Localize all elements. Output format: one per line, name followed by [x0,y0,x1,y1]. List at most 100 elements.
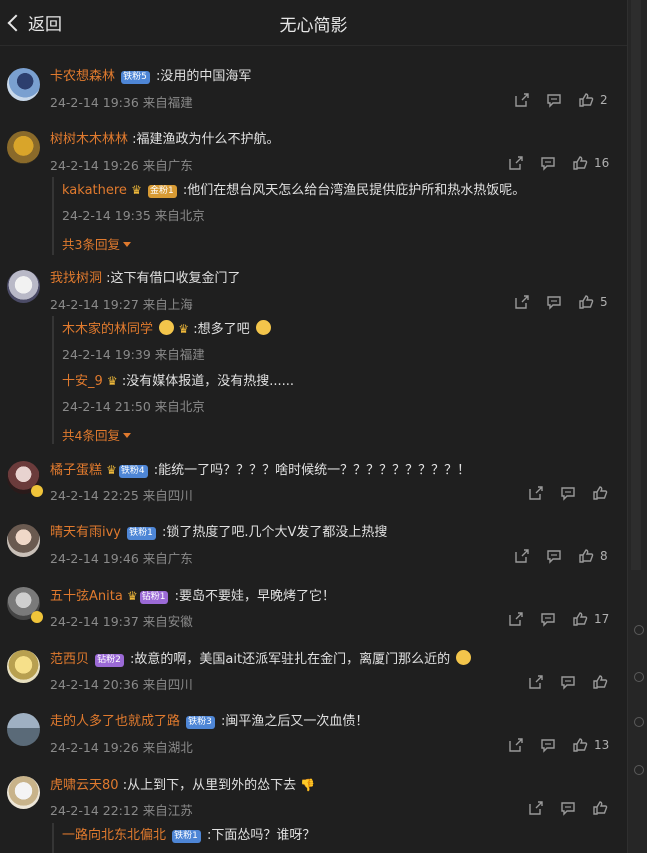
comment-meta: 24-2-14 19:46 来自广东 [50,548,193,567]
reply-location: 来自北京 [154,208,205,223]
comment-text: :从上到下，从里到外的怂下去 [122,778,297,793]
comment-meta: 24-2-14 22:25 来自四川 [50,485,193,504]
timestamp: 24-2-14 19:26 [50,158,139,173]
like-count: 5 [600,295,608,309]
reply-timestamp: 24-2-14 19:39 [62,347,151,362]
reply-item: 木木家的林同学 ♛ :想多了吧 [62,320,271,339]
crown-icon: ♛ [126,589,138,603]
comment-meta: 24-2-14 19:26 来自湖北 [50,737,193,756]
view-more-label: 共4条回复 [62,428,120,443]
comment-icon[interactable] [540,611,556,627]
timestamp: 24-2-14 19:46 [50,551,139,566]
reply-box: 一路向北东北偏北 铁粉1 :下面怂吗？谁呀？ [52,823,627,853]
share-icon[interactable] [528,800,544,816]
comment-meta: 24-2-14 22:12 来自江苏 [50,800,193,819]
username[interactable]: 我找树洞 [50,271,102,286]
share-icon[interactable] [528,674,544,690]
comment-icon[interactable] [560,674,576,690]
thumbs-down-emoji-icon: 👎 [300,778,316,792]
like-icon[interactable] [578,92,594,108]
comment-icon[interactable] [540,155,556,171]
username[interactable]: 晴天有雨ivy [50,525,121,540]
avatar[interactable] [7,524,40,557]
like-count: 8 [600,549,608,563]
emoji-icon [159,320,175,335]
view-more-replies[interactable]: 共3条回复 [62,234,131,253]
avatar[interactable] [7,713,40,746]
avatar[interactable] [7,68,40,101]
reply-username[interactable]: 一路向北东北偏北 [62,828,166,843]
like-icon[interactable] [592,800,608,816]
timestamp: 24-2-14 22:12 [50,803,139,818]
timestamp: 24-2-14 22:25 [50,488,139,503]
reply-text: :想多了吧 [193,322,250,337]
share-icon[interactable] [514,548,530,564]
fan-badge: 钻粉1 [139,591,169,604]
top-bar: 返回 无心简影 [0,0,627,46]
comment-meta: 24-2-14 19:36 来自福建 [50,92,193,111]
avatar[interactable] [7,131,40,164]
comment-icon[interactable] [546,92,562,108]
comment-icon[interactable] [560,485,576,501]
share-icon[interactable] [514,294,530,310]
comment-icon[interactable] [540,737,556,753]
location: 来自上海 [142,297,193,312]
share-icon[interactable] [508,737,524,753]
like-icon[interactable] [592,485,608,501]
like-icon[interactable] [572,737,588,753]
location: 来自福建 [142,95,193,110]
username[interactable]: 虎啸云天80 [50,778,119,793]
like-icon[interactable] [592,674,608,690]
share-icon[interactable] [514,92,530,108]
fan-badge: 金粉1 [147,185,177,198]
username[interactable]: 走的人多了也就成了路 [50,714,180,729]
comment-actions: 16 [508,155,609,171]
location: 来自湖北 [142,740,193,755]
username[interactable]: 五十弦Anita [50,589,123,604]
comment-meta: 24-2-14 19:27 来自上海 [50,294,193,313]
comment-text: :没用的中国海军 [156,69,252,84]
reply-text: :下面怂吗？谁呀？ [207,828,316,843]
reply-box: 木木家的林同学 ♛ :想多了吧 24-2-14 19:39 来自福建 十安_9 … [52,316,627,444]
right-sidebar [627,0,647,853]
info-icon[interactable] [634,717,644,727]
fan-badge: 铁粉5 [121,71,150,84]
username[interactable]: 橘子蛋糕 [50,463,102,478]
username[interactable]: 卡农想森林 [50,69,115,84]
fan-badge: 铁粉4 [118,465,148,478]
share-icon[interactable] [508,155,524,171]
timestamp: 24-2-14 19:36 [50,95,139,110]
comment-icon[interactable] [560,800,576,816]
username[interactable]: 树树木木林林 [50,132,128,147]
like-icon[interactable] [572,611,588,627]
username[interactable]: 范西贝 [50,652,89,667]
share-icon[interactable] [528,485,544,501]
like-icon[interactable] [578,548,594,564]
user-icon[interactable] [634,765,644,775]
reply-username[interactable]: kakathere [62,183,127,198]
view-more-replies[interactable]: 共4条回复 [62,425,131,444]
fan-badge: 钻粉2 [95,654,124,667]
like-icon[interactable] [578,294,594,310]
reply-username[interactable]: 十安_9 [62,374,103,389]
comment-actions: 8 [514,548,608,564]
refresh-icon[interactable] [634,625,644,635]
comment-icon[interactable] [546,548,562,564]
location: 来自江苏 [142,803,193,818]
like-icon[interactable] [572,155,588,171]
avatar[interactable] [7,650,40,683]
reply-username[interactable]: 木木家的林同学 [62,322,153,337]
share-icon[interactable] [508,611,524,627]
comment-actions: 13 [508,737,609,753]
comment-icon[interactable] [546,294,562,310]
timestamp: 24-2-14 19:27 [50,297,139,312]
avatar[interactable] [7,776,40,809]
comment-text: :能统一了吗？？？？啥时候统一？？？？？？？？？！ [153,463,471,478]
comment-meta: 24-2-14 19:37 来自安徽 [50,611,193,630]
location: 来自安徽 [142,614,193,629]
scrollbar-track[interactable] [631,0,641,570]
chevron-down-icon [122,242,131,247]
reply-text: :他们在想台风天怎么给台湾渔民提供庇护所和热水热饭呢。 [182,183,526,198]
avatar[interactable] [7,270,40,303]
heart-icon[interactable] [634,672,644,682]
